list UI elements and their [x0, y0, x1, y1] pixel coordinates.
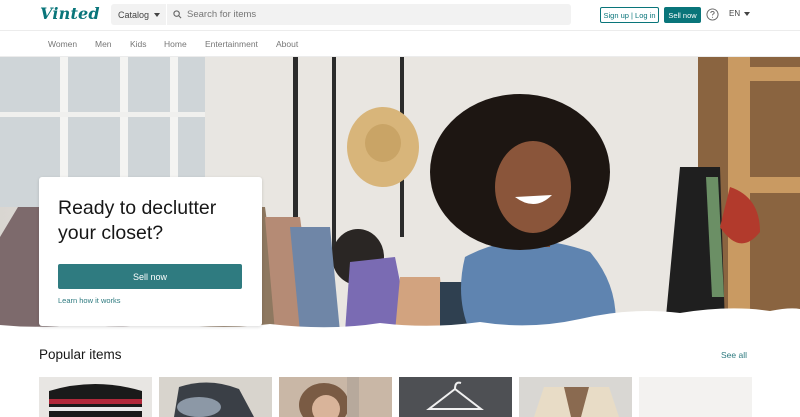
language-selector[interactable]: EN [729, 9, 751, 18]
nav-item-kids[interactable]: Kids [130, 39, 147, 49]
search-bar[interactable] [167, 4, 571, 25]
chevron-down-icon [154, 12, 161, 17]
item-thumbnail[interactable] [399, 377, 512, 417]
nav-item-entertainment[interactable]: Entertainment [205, 39, 258, 49]
item-thumbnail[interactable] [519, 377, 632, 417]
catalog-dropdown[interactable]: Catalog [111, 4, 166, 25]
hero-title: Ready to declutter your closet? [58, 197, 217, 244]
nav-item-about[interactable]: About [276, 39, 298, 49]
item-thumbnail[interactable] [279, 377, 392, 417]
top-header: Vinted Catalog Sign up | Log in Sell now… [0, 0, 800, 30]
hero-banner: Ready to declutter your closet? Sell now… [0, 57, 800, 332]
help-icon[interactable] [706, 8, 719, 21]
search-input[interactable] [187, 9, 547, 20]
sell-now-button[interactable]: Sell now [58, 264, 242, 289]
hero-card: Ready to declutter your closet? Sell now… [39, 177, 262, 326]
item-image [426, 381, 484, 410]
item-image [174, 382, 254, 417]
item-thumbnail[interactable] [159, 377, 272, 417]
language-label: EN [729, 9, 741, 18]
nav-item-women[interactable]: Women [48, 39, 77, 49]
nav-item-men[interactable]: Men [95, 39, 112, 49]
sell-now-button-header[interactable]: Sell now [664, 7, 701, 23]
signup-login-button[interactable]: Sign up | Log in [600, 7, 659, 23]
vinted-logo[interactable]: Vinted [40, 4, 100, 23]
see-all-link[interactable]: See all [721, 350, 747, 360]
item-thumbnail[interactable] [39, 377, 152, 417]
learn-how-it-works-link[interactable]: Learn how it works [58, 296, 121, 305]
popular-items-title: Popular items [39, 347, 122, 362]
chevron-down-icon [744, 11, 751, 16]
item-image [299, 377, 359, 417]
search-icon [173, 10, 182, 19]
item-image [534, 387, 619, 417]
category-nav: Women Men Kids Home Entertainment About [0, 30, 800, 57]
item-thumbnail[interactable] [639, 377, 752, 417]
item-image [49, 384, 142, 417]
catalog-label: Catalog [118, 9, 150, 20]
nav-item-home[interactable]: Home [164, 39, 187, 49]
